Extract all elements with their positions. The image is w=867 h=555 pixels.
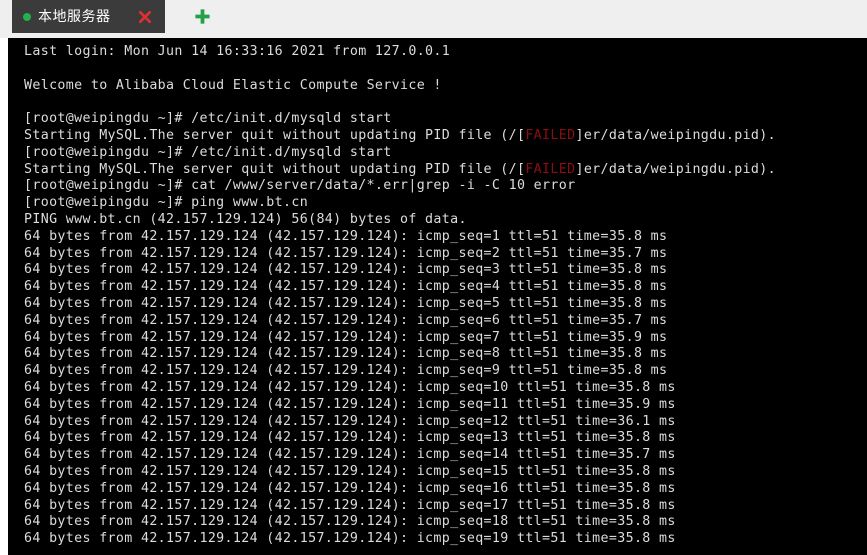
terminal-line: 64 bytes from 42.157.129.124 (42.157.129… [24,363,668,379]
terminal-text: ]er/data/weipingdu.pid). [575,161,776,177]
terminal-line: PING www.bt.cn (42.157.129.124) 56(84) b… [24,211,467,227]
terminal-line: 64 bytes from 42.157.129.124 (42.157.129… [24,396,676,412]
terminal-text: ]er/data/weipingdu.pid). [575,127,776,143]
terminal-line: [root@weipingdu ~]# /etc/init.d/mysqld s… [24,111,392,127]
tab-bar-empty-space [221,0,867,33]
terminal-line: 64 bytes from 42.157.129.124 (42.157.129… [24,245,668,261]
terminal-line: Last login: Mon Jun 14 16:33:16 2021 fro… [24,44,451,59]
terminal-lines: Last login: Mon Jun 14 16:33:16 2021 fro… [8,44,867,548]
terminal-line: 64 bytes from 42.157.129.124 (42.157.129… [24,329,668,345]
terminal-error-token: FAILED [525,127,576,143]
new-tab-button[interactable] [183,0,221,33]
terminal-line: 64 bytes from 42.157.129.124 (42.157.129… [24,480,676,496]
terminal-error-token: FAILED [525,161,576,177]
terminal-line: 64 bytes from 42.157.129.124 (42.157.129… [24,463,676,479]
terminal-line: 64 bytes from 42.157.129.124 (42.157.129… [24,279,668,295]
terminal-line: Starting MySQL.The server quit without u… [24,128,867,145]
plus-icon [194,9,210,24]
terminal-line: [root@weipingdu ~]# cat /www/server/data… [24,178,576,194]
terminal-line: [root@weipingdu ~]# /etc/init.d/mysqld s… [24,144,392,160]
terminal-line: [root@weipingdu ~]# ping www.bt.cn [24,195,309,211]
tab-bar: 本地服务器 [0,0,867,38]
terminal-output-pane[interactable]: Last login: Mon Jun 14 16:33:16 2021 fro… [8,38,867,555]
terminal-text: Starting MySQL.The server quit without u… [24,161,526,177]
tab-bar-left-gutter [0,0,12,38]
terminal-text: Starting MySQL.The server quit without u… [24,127,526,143]
tab-local-server[interactable]: 本地服务器 [12,0,165,33]
terminal-line: 64 bytes from 42.157.129.124 (42.157.129… [24,379,676,395]
tab-title: 本地服务器 [38,8,111,25]
terminal-window: 本地服务器 Last login: Mon Jun 14 16:33:16 20… [0,0,867,555]
terminal-line: 64 bytes from 42.157.129.124 (42.157.129… [24,447,676,463]
terminal-line: 64 bytes from 42.157.129.124 (42.157.129… [24,346,668,362]
terminal-line: 64 bytes from 42.157.129.124 (42.157.129… [24,295,668,311]
terminal-line: 64 bytes from 42.157.129.124 (42.157.129… [24,312,668,328]
terminal-line: 64 bytes from 42.157.129.124 (42.157.129… [24,497,676,513]
terminal-area: Last login: Mon Jun 14 16:33:16 2021 fro… [0,38,867,555]
terminal-line: 64 bytes from 42.157.129.124 (42.157.129… [24,413,676,429]
terminal-line: 64 bytes from 42.157.129.124 (42.157.129… [24,228,668,244]
connection-status-dot [23,12,31,21]
terminal-line: 64 bytes from 42.157.129.124 (42.157.129… [24,262,668,278]
terminal-line: Starting MySQL.The server quit without u… [24,162,867,179]
terminal-line: 64 bytes from 42.157.129.124 (42.157.129… [24,531,676,547]
terminal-line: 64 bytes from 42.157.129.124 (42.157.129… [24,514,676,530]
close-icon[interactable] [138,10,152,24]
terminal-line: 64 bytes from 42.157.129.124 (42.157.129… [24,430,676,446]
terminal-line: Welcome to Alibaba Cloud Elastic Compute… [24,77,442,93]
